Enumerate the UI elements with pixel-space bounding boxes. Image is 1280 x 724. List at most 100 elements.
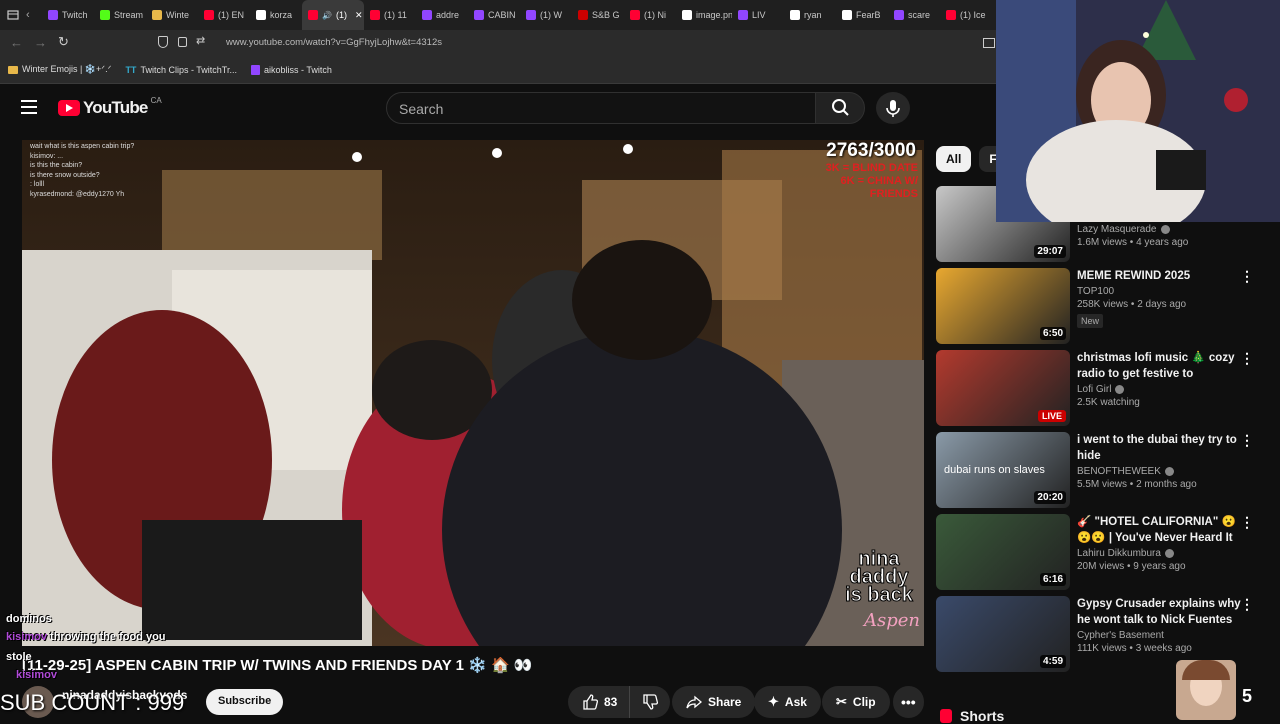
youtube-logo[interactable]: YouTube CA: [58, 96, 162, 118]
video-thumbnail[interactable]: 6:16: [936, 514, 1070, 590]
recommendation-meta: MEME REWIND 2025 TOP100 258K views • 2 day…: [1077, 268, 1245, 329]
tab-favicon-icon: [682, 10, 692, 20]
more-vertical-icon[interactable]: ⋮: [1240, 350, 1254, 367]
recommendation-item[interactable]: LIVE christmas lofi music 🎄 cozy radio to…: [936, 350, 1256, 428]
browser-tab[interactable]: (1) W: [520, 0, 572, 30]
recommendation-channel[interactable]: Lofi Girl: [1077, 384, 1111, 395]
speaker-icon[interactable]: 🔊: [322, 11, 332, 20]
lock-icon[interactable]: [178, 37, 187, 47]
tt-icon: TT: [125, 64, 137, 75]
shield-icon[interactable]: [158, 36, 168, 48]
recommendation-channel[interactable]: Cypher's Basement: [1077, 630, 1164, 641]
bookmark-winter-emojis[interactable]: Winter Emojis | ❄️+ᐟ.ᐟ: [8, 64, 111, 75]
recommendation-stats: 1.6M views • 4 years ago: [1077, 237, 1189, 248]
subscribe-button[interactable]: Subscribe: [206, 689, 284, 715]
recommendation-title[interactable]: MEME REWIND 2025: [1077, 268, 1245, 284]
tab-actions-icon[interactable]: [0, 9, 26, 21]
forward-icon[interactable]: →: [34, 35, 47, 50]
video-thumbnail[interactable]: 6:50: [936, 268, 1070, 344]
search-input[interactable]: Search: [386, 92, 816, 124]
tab-favicon-icon: [946, 10, 956, 20]
more-vertical-icon[interactable]: ⋮: [1240, 514, 1254, 531]
browser-tab[interactable]: image.png: [676, 0, 732, 30]
recommendation-meta: 🎸 "HOTEL CALIFORNIA" 😮😮😮 | You've Never …: [1077, 514, 1245, 572]
share-button[interactable]: Share: [672, 686, 756, 718]
tab-favicon-icon: [578, 10, 588, 20]
recommendation-stats: 111K views • 3 weeks ago: [1077, 643, 1192, 654]
address-bar[interactable]: www.youtube.com/watch?v=GgFhyjLojhw&t=43…: [226, 37, 442, 48]
tab-label: ryan: [804, 10, 822, 20]
browser-tab[interactable]: addre: [416, 0, 468, 30]
reload-icon[interactable]: ↻: [58, 34, 69, 50]
browser-tab[interactable]: Stream: [94, 0, 146, 30]
browser-tab[interactable]: (1) 11: [364, 0, 416, 30]
ask-label: Ask: [784, 695, 807, 709]
bookmark-twitch-clips[interactable]: TT Twitch Clips - TwitchTr...: [125, 65, 237, 75]
menu-icon[interactable]: [21, 100, 37, 114]
tab-favicon-icon: [630, 10, 640, 20]
back-icon[interactable]: ←: [10, 35, 23, 50]
recommendation-title[interactable]: 🎸 "HOTEL CALIFORNIA" 😮😮😮 | You've Never …: [1077, 514, 1245, 546]
tab-label: addre: [436, 10, 460, 20]
video-thumbnail[interactable]: LIVE: [936, 350, 1070, 426]
recommendation-meta: christmas lofi music 🎄 cozy radio to get…: [1077, 350, 1245, 408]
duration-badge: 4:59: [1039, 655, 1066, 668]
more-vertical-icon[interactable]: ⋮: [1240, 432, 1254, 449]
recommendation-channel[interactable]: BENOFTHEWEEK: [1077, 466, 1161, 477]
like-button[interactable]: 83: [568, 686, 630, 718]
bookmark-aikobliss[interactable]: aikobliss - Twitch: [250, 64, 332, 75]
browser-tab[interactable]: (1) Ice: [940, 0, 992, 30]
browser-tab[interactable]: Twitch: [42, 0, 94, 30]
clip-button[interactable]: ✂ Clip: [822, 686, 890, 718]
close-tab-icon[interactable]: ✕: [355, 10, 363, 21]
recommendation-title[interactable]: i went to the dubai they try to hide: [1077, 432, 1245, 464]
browser-tab[interactable]: LIV: [732, 0, 784, 30]
recommendation-channel[interactable]: TOP100: [1077, 286, 1114, 297]
browser-tab[interactable]: scare: [888, 0, 940, 30]
recommendation-meta: Gypsy Crusader explains why he wont talk…: [1077, 596, 1245, 654]
site-settings-icon[interactable]: ⇄: [196, 34, 205, 47]
browser-tab[interactable]: 🔊 (1) ✕: [302, 0, 364, 30]
scissors-icon: ✂: [836, 694, 847, 709]
video-player[interactable]: wait what is this aspen cabin trip? kisi…: [22, 140, 924, 646]
more-vertical-icon[interactable]: ⋮: [1240, 268, 1254, 285]
browser-tab[interactable]: ryan: [784, 0, 836, 30]
browser-tab[interactable]: korza: [250, 0, 302, 30]
browser-tab[interactable]: (1) Ni: [624, 0, 676, 30]
tab-label: LIV: [752, 10, 766, 20]
ask-group: ✦ Ask: [754, 686, 821, 718]
ask-button[interactable]: ✦ Ask: [754, 686, 821, 718]
duration-badge: 20:20: [1034, 491, 1066, 504]
more-actions-button[interactable]: •••: [893, 686, 924, 718]
recommendation-item[interactable]: dubai runs on slaves 20:20 i went to the d…: [936, 432, 1256, 510]
dislike-button[interactable]: [629, 686, 671, 718]
tab-favicon-icon: [894, 10, 904, 20]
browser-tab[interactable]: (1) EN: [198, 0, 250, 30]
browser-tab[interactable]: CABIN: [468, 0, 520, 30]
voice-search-button[interactable]: [876, 92, 910, 124]
video-thumbnail[interactable]: 4:59: [936, 596, 1070, 672]
recommendation-item[interactable]: 6:50 MEME REWIND 2025 TOP100 258K views • 2…: [936, 268, 1256, 346]
picture-in-picture-icon[interactable]: [983, 38, 995, 48]
recommendation-channel[interactable]: Lahiru Dikkumbura: [1077, 548, 1161, 559]
recommendation-item[interactable]: 6:16 🎸 "HOTEL CALIFORNIA" 😮😮😮 | You've Ne…: [936, 514, 1256, 592]
corner-number: 5: [1242, 686, 1253, 706]
bookmark-label: Twitch Clips - TwitchTr...: [140, 64, 237, 75]
browser-tab[interactable]: S&B G: [572, 0, 624, 30]
sub-count-overlay: SUB COUNT : 999: [0, 690, 185, 715]
channel-row: BENOFTHEWEEK: [1077, 466, 1245, 477]
goal-line: 6K = CHINA W/: [840, 175, 918, 187]
tab-scroll-left-icon[interactable]: ‹: [26, 9, 42, 21]
streamer-webcam: [996, 0, 1280, 222]
recommendation-title[interactable]: Gypsy Crusader explains why he wont talk…: [1077, 596, 1245, 628]
chip-all[interactable]: All: [936, 146, 972, 172]
video-thumbnail[interactable]: dubai runs on slaves 20:20: [936, 432, 1070, 508]
browser-tab[interactable]: FearB: [836, 0, 888, 30]
recommendation-meta: Lazy Masquerade 1.6M views • 4 years ago: [1077, 222, 1245, 248]
search-button[interactable]: [815, 92, 865, 124]
recommendation-title[interactable]: christmas lofi music 🎄 cozy radio to get…: [1077, 350, 1245, 382]
recommendation-channel[interactable]: Lazy Masquerade: [1077, 224, 1157, 235]
more-vertical-icon[interactable]: ⋮: [1240, 596, 1254, 613]
browser-tab[interactable]: Winte: [146, 0, 198, 30]
shorts-header[interactable]: Shorts: [940, 708, 1004, 724]
